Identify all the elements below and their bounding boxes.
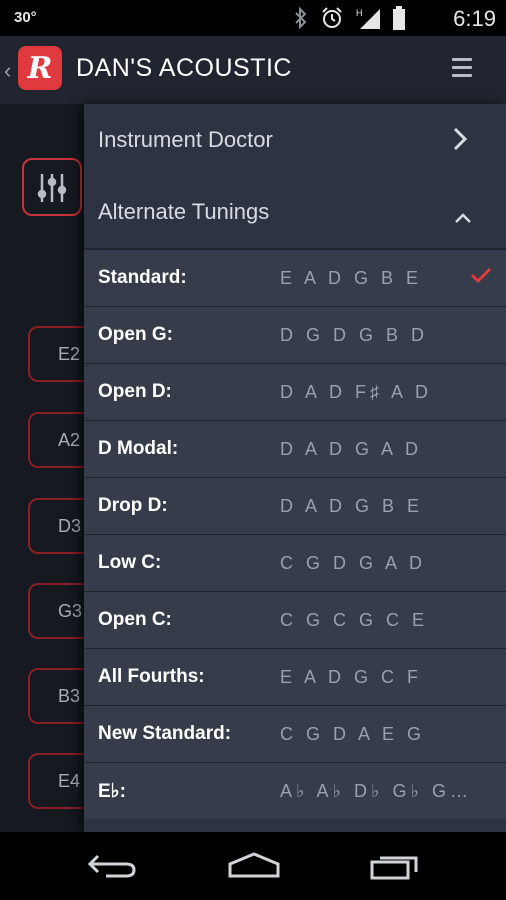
tuning-notes: C G D A E G xyxy=(280,723,426,744)
tuning-row[interactable]: Open G: D G D G B D xyxy=(84,306,506,363)
menu-icon[interactable] xyxy=(452,58,472,82)
home-icon[interactable] xyxy=(226,850,282,885)
tuning-name: Open G: xyxy=(98,324,173,345)
back-chevron-icon[interactable]: ‹ xyxy=(4,58,11,84)
tuning-row[interactable]: All Fourths: E A D G C F xyxy=(84,648,506,705)
tuning-row[interactable]: D Modal: D A D G A D xyxy=(84,420,506,477)
tuning-name: Open C: xyxy=(98,609,172,630)
checkmark-icon xyxy=(470,266,492,289)
tuning-notes: D A D G A D xyxy=(280,438,423,459)
alternate-tunings-item[interactable]: Alternate Tunings xyxy=(84,176,506,248)
tuning-notes: D G D G B D xyxy=(280,324,429,345)
svg-text:H: H xyxy=(356,8,363,18)
tuning-notes: C G D G A D xyxy=(280,552,427,573)
recents-icon[interactable] xyxy=(368,850,424,885)
tuning-notes: C G C G C E xyxy=(280,609,429,630)
back-icon[interactable] xyxy=(86,850,138,885)
mixer-button[interactable] xyxy=(22,158,82,216)
tuning-notes: E A D G B E xyxy=(280,267,423,288)
tuning-row[interactable]: Open C: C G C G C E xyxy=(84,591,506,648)
alternate-tunings-label: Alternate Tunings xyxy=(98,199,270,224)
tuning-name: Standard: xyxy=(98,267,187,288)
tuning-row[interactable]: Standard: E A D G B E xyxy=(84,248,506,306)
tuning-notes: E A D G C F xyxy=(280,666,423,687)
tuning-name: Open D: xyxy=(98,381,172,402)
logo-letter: R xyxy=(27,50,53,86)
chevron-up-icon xyxy=(454,204,472,230)
bluetooth-icon xyxy=(294,6,308,34)
alarm-icon xyxy=(320,6,344,35)
instrument-doctor-item[interactable]: Instrument Doctor xyxy=(84,104,506,176)
tuning-name: D Modal: xyxy=(98,438,179,459)
tuning-notes: D A D G B E xyxy=(280,495,424,516)
app-logo[interactable]: R xyxy=(18,46,62,90)
tuning-row[interactable]: Drop D: D A D G B E xyxy=(84,477,506,534)
chevron-right-icon xyxy=(452,126,468,158)
tuning-notes: D A D F♯ A D xyxy=(280,381,433,402)
tuning-notes: A♭ A♭ D♭ G♭ G… xyxy=(280,780,472,801)
tuning-name: Low C: xyxy=(98,552,162,573)
tuning-row[interactable]: Low C: C G D G A D xyxy=(84,534,506,591)
app-bar: ‹ R DAN'S ACOUSTIC xyxy=(0,36,506,104)
navigation-bar xyxy=(0,832,506,900)
tuning-name: E♭: xyxy=(98,780,126,802)
signal-icon: H xyxy=(356,7,380,34)
tuning-row[interactable]: New Standard: C G D A E G xyxy=(84,705,506,762)
clock: 6:19 xyxy=(453,6,496,31)
side-drawer: Instrument Doctor Alternate Tunings Stan… xyxy=(84,104,506,832)
instrument-doctor-label: Instrument Doctor xyxy=(98,127,273,152)
tuning-row[interactable]: Open D: D A D F♯ A D xyxy=(84,363,506,420)
temperature-label: 30° xyxy=(14,9,37,26)
tuning-name: Drop D: xyxy=(98,495,168,516)
tuning-name: New Standard: xyxy=(98,723,232,744)
status-bar: 30° H 6:19 xyxy=(0,0,506,36)
status-icons: H xyxy=(294,6,406,35)
instrument-title: DAN'S ACOUSTIC xyxy=(76,54,292,82)
tunings-list: Standard: E A D G B E Open G: D G D G B … xyxy=(84,248,506,819)
tuning-name: All Fourths: xyxy=(98,666,205,687)
battery-icon xyxy=(392,6,406,35)
sliders-icon xyxy=(37,174,67,202)
tuning-row[interactable]: E♭: A♭ A♭ D♭ G♭ G… xyxy=(84,762,506,819)
